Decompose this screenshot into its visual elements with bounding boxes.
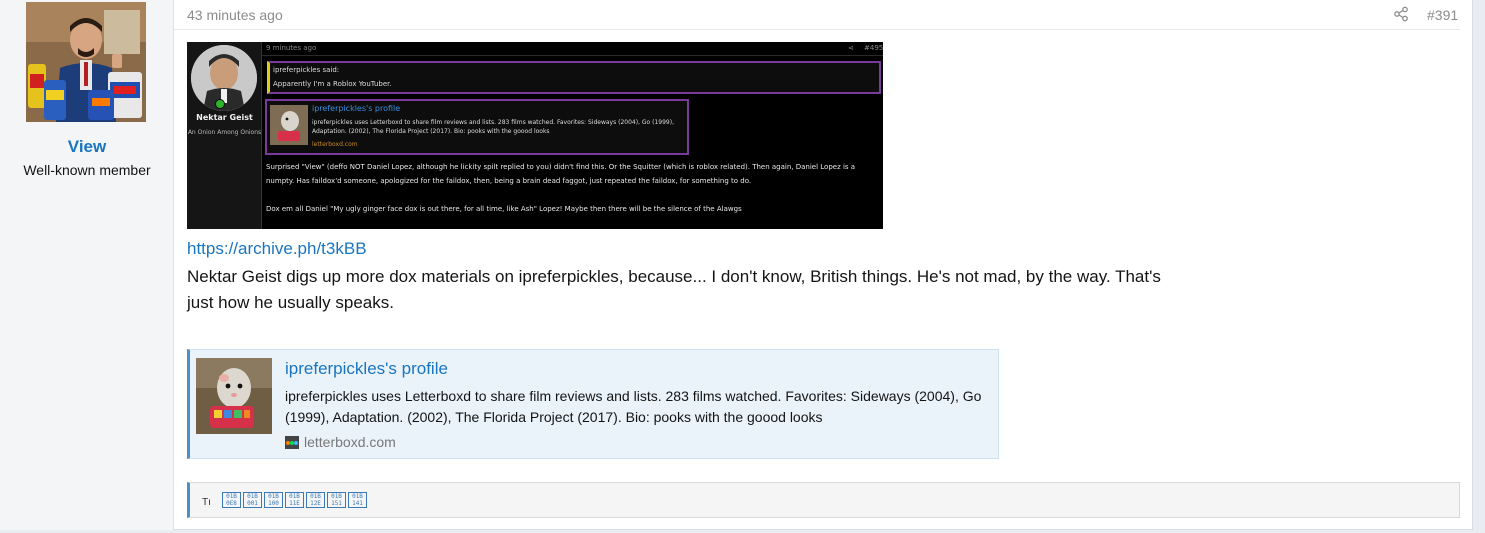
shot-post-body: Surprised "View" (deffo NOT Daniel Lopez… bbox=[266, 160, 878, 216]
post-body-text: Nektar Geist digs up more dox materials … bbox=[187, 267, 1161, 312]
post-number[interactable]: #391 bbox=[1427, 7, 1458, 23]
shot-post-header: 9 minutes ago ⋖ #495 bbox=[262, 42, 883, 56]
missing-glyph: 01B 12E bbox=[306, 492, 325, 508]
user-column: View Well-known member bbox=[0, 0, 174, 530]
shot-card-title: ipreferpickles's profile bbox=[312, 104, 401, 113]
share-icon[interactable] bbox=[1393, 6, 1409, 22]
embedded-screenshot[interactable]: Nektar Geist An Onion Among Onions 9 min… bbox=[187, 42, 883, 229]
shot-quote-author: ipreferpickles said: bbox=[273, 66, 340, 74]
post-timestamp[interactable]: 43 minutes ago bbox=[187, 7, 283, 23]
missing-glyph: 01B 001 bbox=[243, 492, 262, 508]
shot-timestamp: 9 minutes ago bbox=[266, 44, 317, 52]
post: View Well-known member 43 minutes ago #3… bbox=[0, 0, 1473, 530]
shot-quote: ipreferpickles said: Apparently I'm a Ro… bbox=[267, 61, 881, 94]
user-title: Well-known member bbox=[23, 162, 151, 178]
shot-quote-text: Apparently I'm a Roblox YouTuber. bbox=[273, 80, 392, 88]
missing-glyph-row: 01B 0E8 01B 001 01B 100 01B 11E 01B 12E 01B 15… bbox=[222, 492, 367, 508]
username[interactable]: View bbox=[0, 137, 174, 157]
shot-body-paragraph-1: Surprised "View" (deffo NOT Daniel Lopez… bbox=[266, 163, 856, 185]
link-unfurl-card[interactable]: ipreferpickles's profile ipreferpickles … bbox=[187, 349, 999, 459]
post-header: 43 minutes ago #391 bbox=[174, 0, 1460, 30]
shot-post-number: #495 bbox=[864, 44, 883, 52]
shot-card-domain: letterboxd.com bbox=[312, 141, 358, 148]
missing-glyph: 01B 11E bbox=[285, 492, 304, 508]
missing-glyph: 01B 100 bbox=[264, 492, 283, 508]
online-indicator bbox=[215, 99, 225, 109]
shot-user-column: Nektar Geist An Onion Among Onions bbox=[187, 42, 262, 229]
unfurl-domain: letterboxd.com bbox=[304, 434, 396, 450]
shot-username: Nektar Geist bbox=[196, 113, 253, 122]
unfurl-title[interactable]: ipreferpickles's profile bbox=[285, 359, 448, 379]
shot-user-title: An Onion Among Onions bbox=[187, 129, 262, 136]
signature-bar: Tı 01B 0E8 01B 001 01B 100 01B 11E 01B 12E 01… bbox=[187, 482, 1460, 518]
signature-label: Tı bbox=[202, 497, 211, 508]
missing-glyph: 01B 151 bbox=[327, 492, 346, 508]
missing-glyph: 01B 0E8 bbox=[222, 492, 241, 508]
unfurl-thumbnail[interactable] bbox=[196, 358, 272, 434]
shot-card-description: ipreferpickles uses Letterboxd to share … bbox=[312, 119, 674, 135]
shot-card-thumbnail bbox=[270, 105, 308, 145]
unfurl-description: ipreferpickles uses Letterboxd to share … bbox=[285, 388, 982, 425]
letterboxd-favicon-icon bbox=[285, 436, 299, 449]
shot-link-card: ipreferpickles's profile ipreferpickles … bbox=[265, 99, 689, 155]
shot-share-icon: ⋖ bbox=[848, 44, 854, 52]
missing-glyph: 01B 141 bbox=[348, 492, 367, 508]
avatar[interactable] bbox=[26, 2, 146, 122]
archive-link[interactable]: https://archive.ph/t3kBB bbox=[187, 239, 367, 259]
shot-body-paragraph-2: Dox em all Daniel "My ugly ginger face d… bbox=[266, 205, 742, 213]
